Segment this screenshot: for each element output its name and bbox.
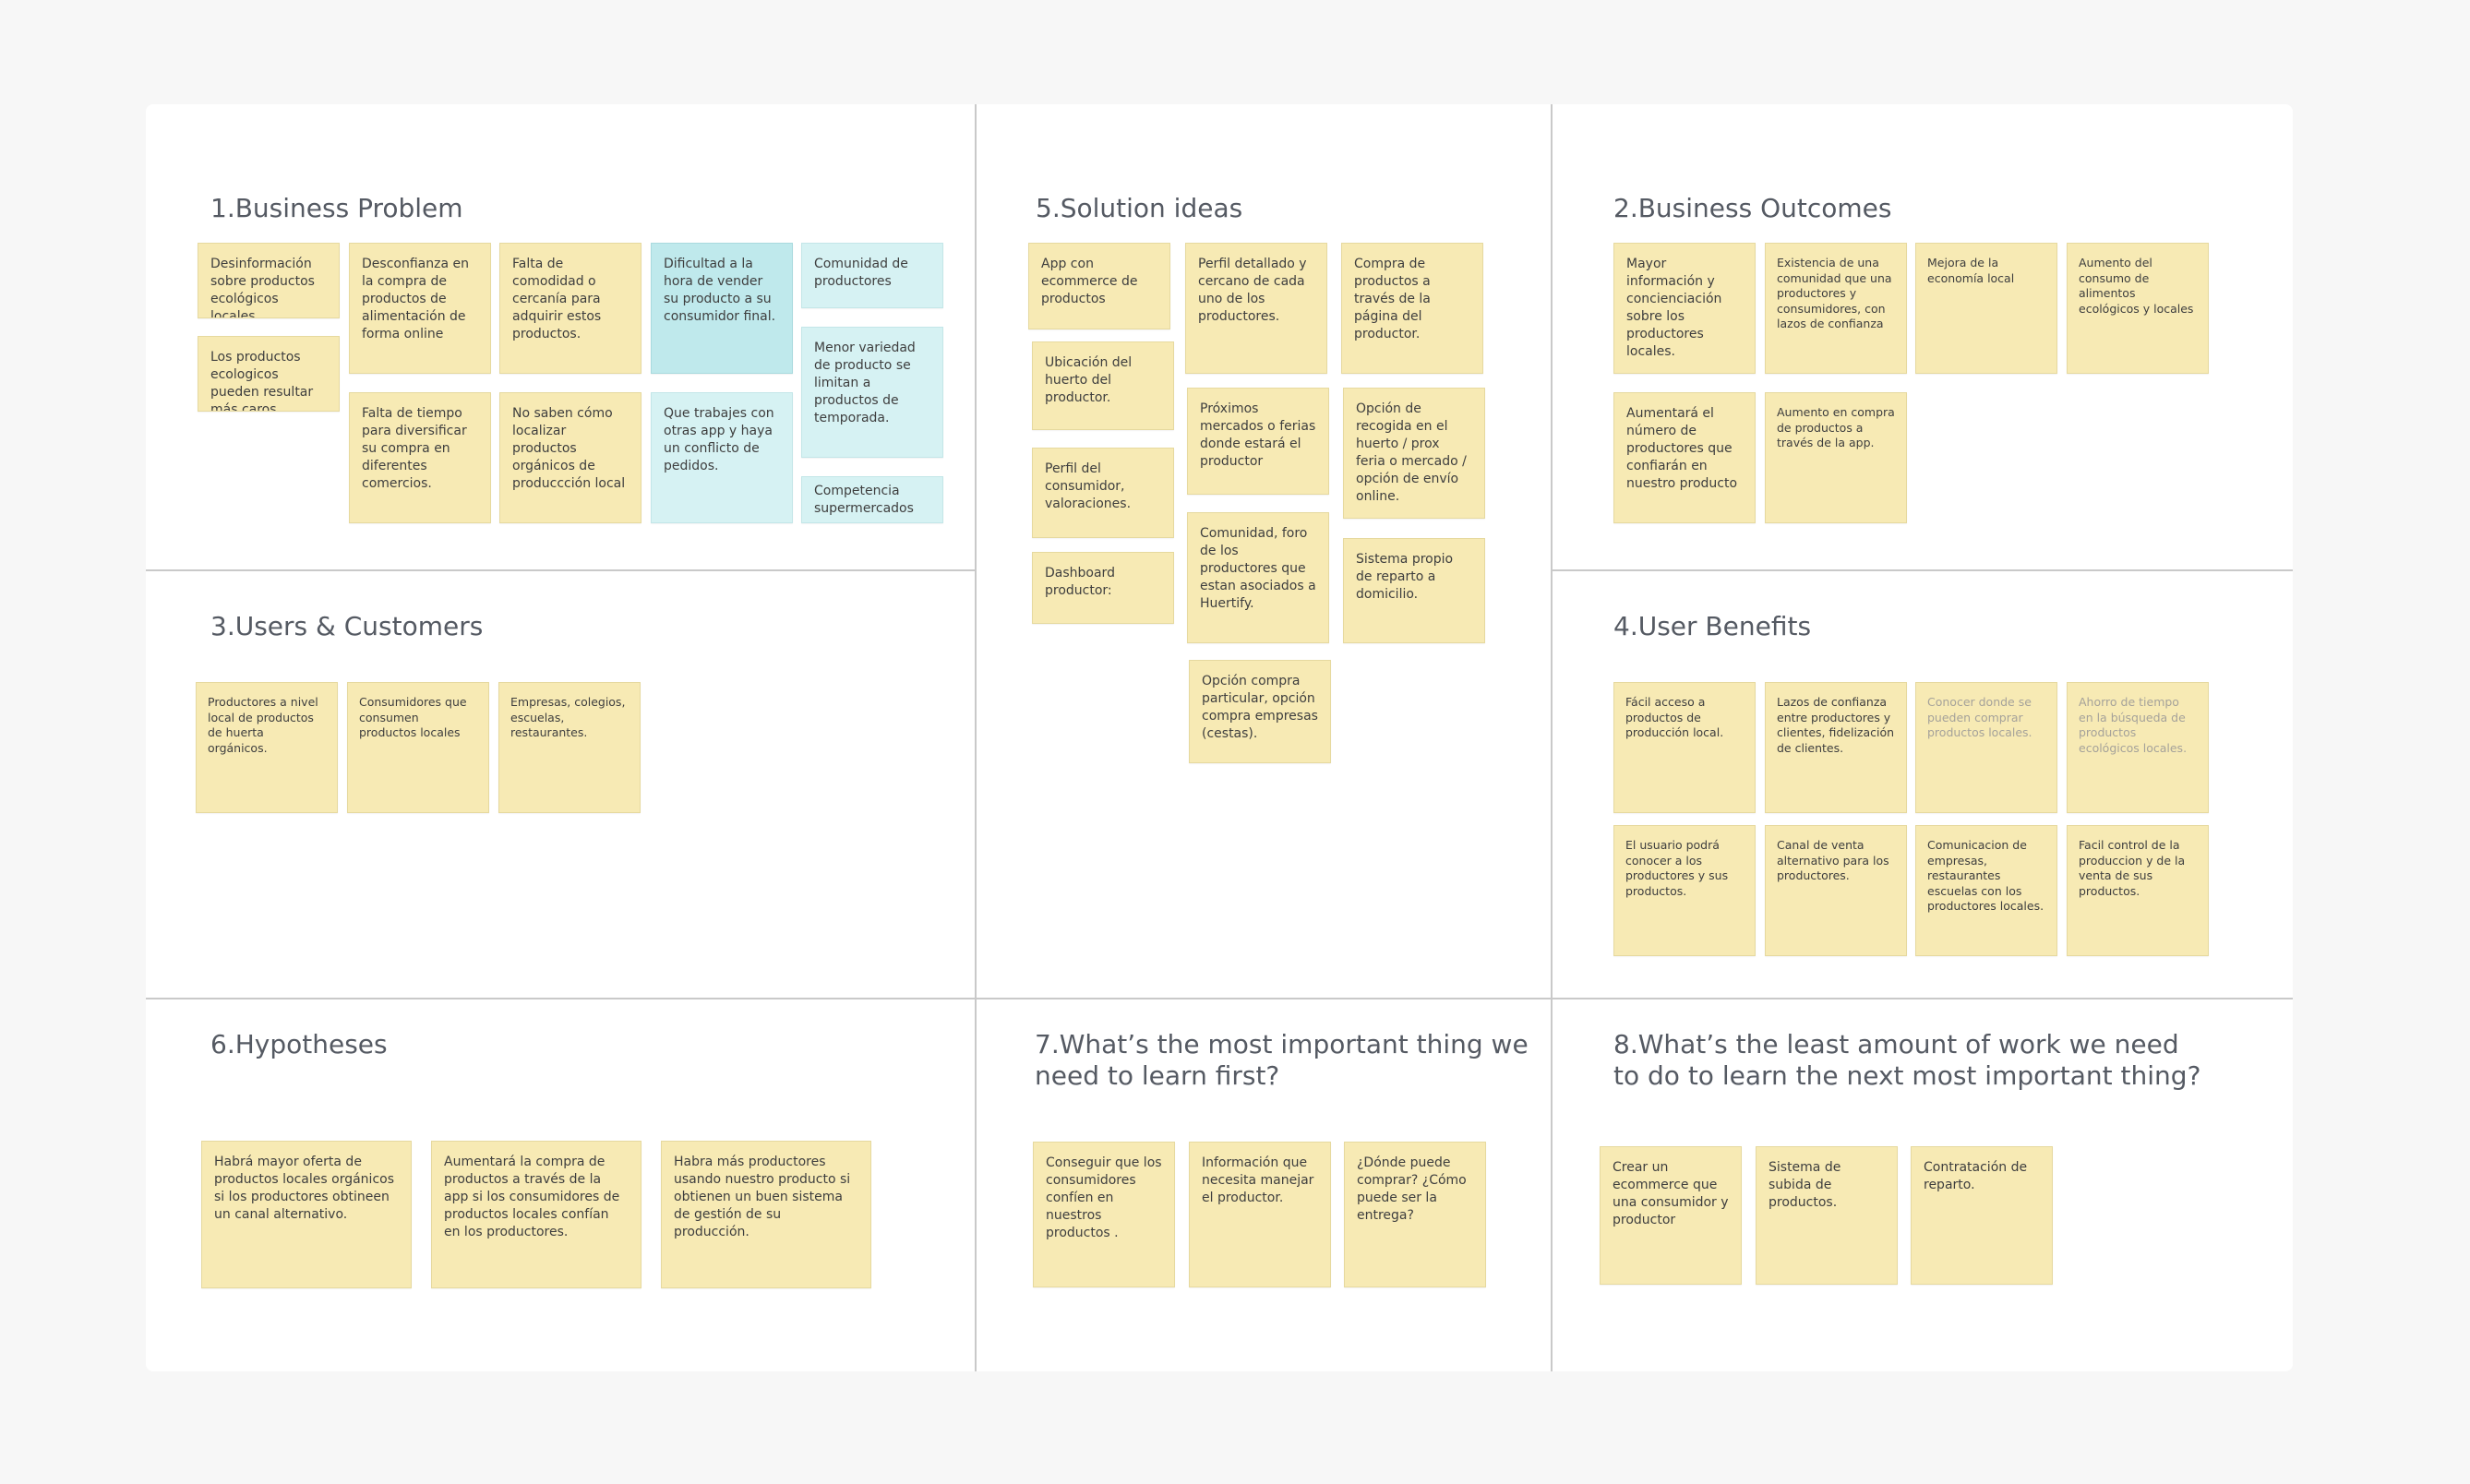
sticky-note[interactable]: No saben cómo localizar productos orgáni… xyxy=(499,392,641,523)
sticky-note[interactable]: Falta de comodidad o cercanía para adqui… xyxy=(499,243,641,374)
sticky-note[interactable]: Aumentará el número de productores que c… xyxy=(1613,392,1756,523)
sticky-note[interactable]: Mayor información y concienciación sobre… xyxy=(1613,243,1756,374)
sticky-note[interactable]: App con ecommerce de productos xyxy=(1028,243,1170,329)
sticky-note[interactable]: Fácil acceso a productos de producción l… xyxy=(1613,682,1756,813)
sticky-note[interactable]: Perfil del consumidor, valoraciones. xyxy=(1032,448,1174,538)
sticky-note[interactable]: Contratación de reparto. xyxy=(1911,1146,2053,1285)
section-title: 2.Business Outcomes xyxy=(1613,193,1892,223)
sticky-note[interactable]: Comunidad de productores xyxy=(801,243,943,308)
lean-ux-canvas-board: 1.Business Problem Desinformación sobre … xyxy=(146,104,2293,1371)
section-title-line: need to learn first? xyxy=(1035,1060,1280,1091)
sticky-note[interactable]: Ubicación del huerto del productor. xyxy=(1032,341,1174,430)
sticky-note[interactable]: Crear un ecommerce que una consumidor y … xyxy=(1600,1146,1742,1285)
sticky-note[interactable]: Sistema propio de reparto a domicilio. xyxy=(1343,538,1485,643)
sticky-note[interactable]: Desinformación sobre productos ecológico… xyxy=(198,243,340,318)
sticky-note[interactable]: Que trabajes con otras app y haya un con… xyxy=(651,392,793,523)
sticky-note[interactable]: Mejora de la economía local xyxy=(1915,243,2057,374)
sticky-note[interactable]: Empresas, colegios, escuelas, restaurant… xyxy=(498,682,641,813)
divider-horizontal-upper-right xyxy=(1551,569,2293,571)
section-title-line: 7.What’s the most important thing we xyxy=(1035,1029,1529,1059)
sticky-note[interactable]: Habra más productores usando nuestro pro… xyxy=(661,1141,871,1288)
sticky-note[interactable]: Lazos de confianza entre productores y c… xyxy=(1765,682,1907,813)
divider-vertical-right xyxy=(1551,104,1553,1371)
sticky-note[interactable]: Habrá mayor oferta de productos locales … xyxy=(201,1141,412,1288)
section-title: 4.User Benefits xyxy=(1613,611,1812,641)
sticky-note[interactable]: Existencia de una comunidad que una prod… xyxy=(1765,243,1907,374)
sticky-note[interactable]: Aumento en compra de productos a través … xyxy=(1765,392,1907,523)
sticky-note[interactable]: Conocer donde se pueden comprar producto… xyxy=(1915,682,2057,813)
sticky-note[interactable]: ¿Dónde puede comprar? ¿Cómo puede ser la… xyxy=(1344,1142,1486,1287)
divider-horizontal-lower xyxy=(146,998,2293,999)
sticky-note[interactable]: Dashboard productor: xyxy=(1032,552,1174,624)
sticky-note[interactable]: Información que necesita manejar el prod… xyxy=(1189,1142,1331,1287)
section-title: 3.Users & Customers xyxy=(210,611,484,641)
sticky-note[interactable]: Comunicacion de empresas, restaurantes e… xyxy=(1915,825,2057,956)
sticky-note[interactable]: Próximos mercados o ferias donde estará … xyxy=(1187,388,1329,495)
section-title: 8.What’s the least amount of work we nee… xyxy=(1613,1029,2200,1092)
sticky-note[interactable]: Desconfianza en la compra de productos d… xyxy=(349,243,491,374)
sticky-note[interactable]: Falta de tiempo para diversificar su com… xyxy=(349,392,491,523)
sticky-note[interactable]: Canal de venta alternativo para los prod… xyxy=(1765,825,1907,956)
section-title-line: 8.What’s the least amount of work we nee… xyxy=(1613,1029,2179,1059)
section-title: 6.Hypotheses xyxy=(210,1029,388,1059)
section-title: 7.What’s the most important thing we nee… xyxy=(1035,1029,1529,1092)
sticky-note[interactable]: Opción de recogida en el huerto / prox f… xyxy=(1343,388,1485,519)
section-title: 5.Solution ideas xyxy=(1036,193,1243,223)
sticky-note[interactable]: Conseguir que los consumidores confíen e… xyxy=(1033,1142,1175,1287)
section-title: 1.Business Problem xyxy=(210,193,463,223)
sticky-note[interactable]: Aumento del consumo de alimentos ecológi… xyxy=(2067,243,2209,374)
divider-horizontal-upper-left xyxy=(146,569,977,571)
sticky-note[interactable]: Opción compra particular, opción compra … xyxy=(1189,660,1331,763)
sticky-note[interactable]: Competencia supermercados xyxy=(801,476,943,523)
sticky-note[interactable]: Los productos ecologicos pueden resultar… xyxy=(198,336,340,412)
sticky-note[interactable]: Dificultad a la hora de vender su produc… xyxy=(651,243,793,374)
sticky-note[interactable]: Productores a nivel local de productos d… xyxy=(196,682,338,813)
sticky-note[interactable]: Perfil detallado y cercano de cada uno d… xyxy=(1185,243,1327,374)
sticky-note[interactable]: Consumidores que consumen productos loca… xyxy=(347,682,489,813)
sticky-note[interactable]: Menor variedad de producto se limitan a … xyxy=(801,327,943,458)
divider-vertical-left xyxy=(975,104,977,1371)
sticky-note[interactable]: Sistema de subida de productos. xyxy=(1756,1146,1898,1285)
sticky-note[interactable]: Compra de productos a través de la págin… xyxy=(1341,243,1483,374)
sticky-note[interactable]: Aumentará la compra de productos a travé… xyxy=(431,1141,641,1288)
sticky-note[interactable]: Facil control de la produccion y de la v… xyxy=(2067,825,2209,956)
sticky-note[interactable]: Ahorro de tiempo en la búsqueda de produ… xyxy=(2067,682,2209,813)
sticky-note[interactable]: Comunidad, foro de los productores que e… xyxy=(1187,512,1329,643)
sticky-note[interactable]: El usuario podrá conocer a los productor… xyxy=(1613,825,1756,956)
section-title-line: to do to learn the next most important t… xyxy=(1613,1060,2201,1091)
